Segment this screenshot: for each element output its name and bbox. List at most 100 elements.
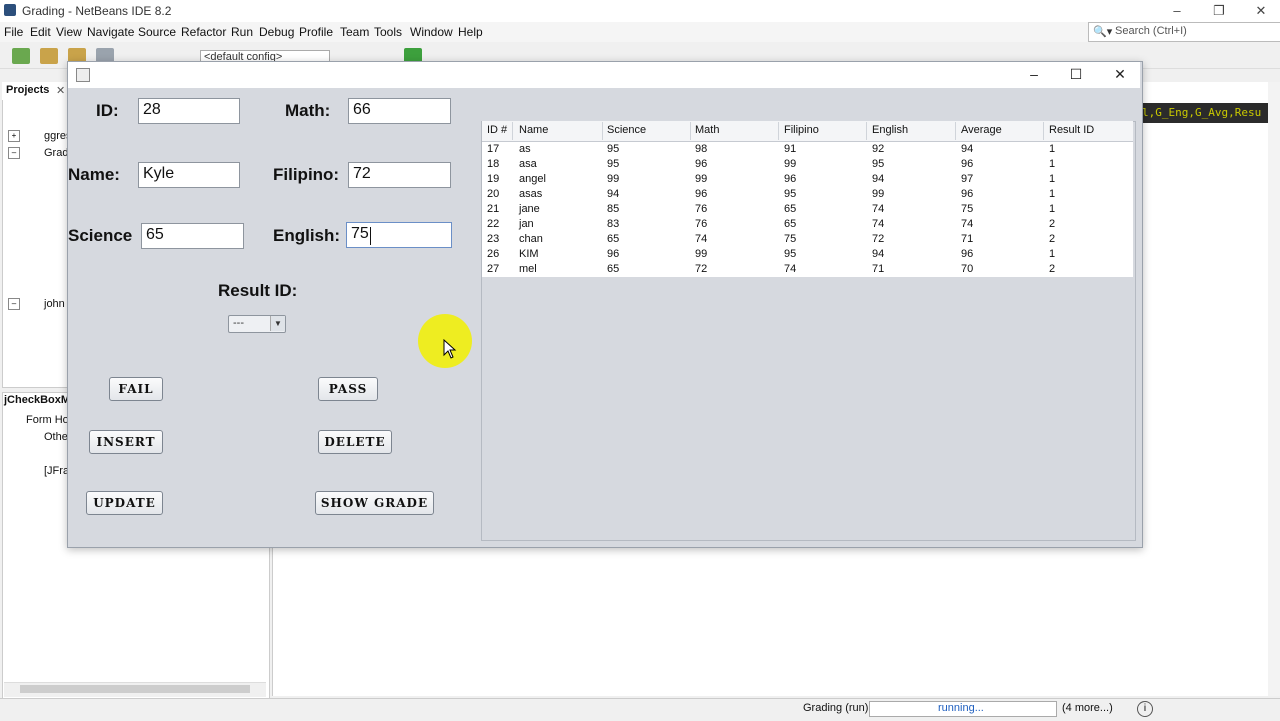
- column-divider[interactable]: [690, 122, 691, 140]
- column-divider[interactable]: [955, 122, 956, 140]
- new-file-icon[interactable]: [12, 48, 30, 64]
- table-cell: 1: [1049, 188, 1056, 200]
- table-row[interactable]: [482, 202, 1133, 217]
- table-row[interactable]: [482, 217, 1133, 232]
- math-field[interactable]: 66: [348, 98, 451, 124]
- column-divider[interactable]: [512, 122, 513, 140]
- name-field[interactable]: Kyle: [138, 162, 240, 188]
- table-row[interactable]: [482, 232, 1133, 247]
- table-column-header[interactable]: Result ID: [1049, 124, 1094, 136]
- column-divider[interactable]: [1043, 122, 1044, 140]
- collapse-icon[interactable]: –: [8, 147, 20, 159]
- new-project-icon[interactable]: [40, 48, 58, 64]
- tree-item[interactable]: john: [44, 298, 65, 310]
- result-id-selected: ---: [233, 317, 244, 329]
- menu-edit[interactable]: Edit: [30, 25, 51, 39]
- minimize-icon[interactable]: –: [1162, 2, 1192, 20]
- english-label: English:: [273, 226, 341, 245]
- table-cell: 99: [872, 188, 885, 200]
- vertical-scrollbar[interactable]: [1268, 82, 1280, 696]
- table-cell: 74: [961, 218, 974, 230]
- menu-run[interactable]: Run: [231, 25, 253, 39]
- table-column-header[interactable]: Science: [607, 124, 646, 136]
- table-row[interactable]: [482, 247, 1133, 262]
- table-cell: 19: [487, 173, 500, 185]
- tree-item[interactable]: Grad: [44, 147, 68, 159]
- more-tasks-link[interactable]: (4 more...): [1062, 702, 1113, 714]
- menu-team[interactable]: Team: [340, 25, 369, 39]
- form-minimize-icon[interactable]: –: [1016, 64, 1052, 84]
- menu-view[interactable]: View: [56, 25, 82, 39]
- filipino-label: Filipino:: [273, 165, 340, 184]
- table-cell: 75: [961, 203, 974, 215]
- table-column-header[interactable]: Math: [695, 124, 719, 136]
- search-icon: 🔍▾: [1093, 26, 1113, 38]
- expand-icon[interactable]: +: [8, 130, 20, 142]
- column-divider[interactable]: [778, 122, 779, 140]
- table-cell: 76: [695, 203, 708, 215]
- menu-navigate[interactable]: Navigate: [87, 25, 134, 39]
- delete-button[interactable]: DELETE: [318, 430, 392, 454]
- science-label: Science: [68, 226, 133, 245]
- menu-tools[interactable]: Tools: [374, 25, 402, 39]
- navigator-item[interactable]: [JFra: [44, 465, 69, 477]
- menu-help[interactable]: Help: [458, 25, 483, 39]
- table-row[interactable]: [482, 187, 1133, 202]
- table-cell: 1: [1049, 143, 1056, 155]
- table-row[interactable]: [482, 262, 1133, 277]
- table-cell: 85: [607, 203, 620, 215]
- pass-button[interactable]: PASS: [318, 377, 378, 401]
- table-cell: 83: [607, 218, 620, 230]
- chevron-down-icon[interactable]: ▼: [270, 316, 285, 331]
- menu-file[interactable]: File: [4, 25, 23, 39]
- filipino-field[interactable]: 72: [348, 162, 451, 188]
- table-cell: 18: [487, 158, 500, 170]
- table-row[interactable]: [482, 142, 1133, 157]
- table-column-header[interactable]: English: [872, 124, 908, 136]
- table-row[interactable]: [482, 157, 1133, 172]
- close-icon[interactable]: ✕: [1246, 2, 1276, 20]
- table-cell: 65: [784, 218, 797, 230]
- menu-refactor[interactable]: Refactor: [181, 25, 226, 39]
- table-column-header[interactable]: Filipino: [784, 124, 819, 136]
- notifications-icon[interactable]: i: [1137, 701, 1153, 717]
- status-run-label: Grading (run): [803, 702, 869, 714]
- form-maximize-icon[interactable]: ☐: [1058, 64, 1094, 84]
- table-column-header[interactable]: ID #: [487, 124, 507, 136]
- table-cell: 22: [487, 218, 500, 230]
- show-grade-button[interactable]: SHOW GRADE: [315, 491, 434, 515]
- form-titlebar[interactable]: [68, 62, 1140, 88]
- scrollbar-thumb[interactable]: [20, 685, 250, 693]
- close-icon[interactable]: ✕: [56, 84, 65, 97]
- column-divider[interactable]: [602, 122, 603, 140]
- ide-search-box[interactable]: 🔍▾ Search (Ctrl+I): [1088, 22, 1280, 42]
- form-close-icon[interactable]: ✕: [1102, 64, 1138, 84]
- table-cell: 1: [1049, 173, 1056, 185]
- table-column-header[interactable]: Average: [961, 124, 1002, 136]
- menu-source[interactable]: Source: [138, 25, 176, 39]
- menu-window[interactable]: Window: [410, 25, 453, 39]
- id-field[interactable]: 28: [138, 98, 240, 124]
- column-divider[interactable]: [866, 122, 867, 140]
- table-cell: 92: [872, 143, 885, 155]
- english-field[interactable]: 75: [346, 222, 452, 248]
- table-row[interactable]: [482, 172, 1133, 187]
- tab-navigator[interactable]: jCheckBoxM: [4, 394, 70, 406]
- menu-debug[interactable]: Debug: [259, 25, 294, 39]
- table-column-header[interactable]: Name: [519, 124, 548, 136]
- table-cell: 72: [695, 263, 708, 275]
- menu-profile[interactable]: Profile: [299, 25, 333, 39]
- update-button[interactable]: UPDATE: [86, 491, 163, 515]
- table-cell: 65: [607, 233, 620, 245]
- collapse-icon[interactable]: –: [8, 298, 20, 310]
- insert-button[interactable]: INSERT: [89, 430, 163, 454]
- science-field[interactable]: 65: [141, 223, 244, 249]
- restore-icon[interactable]: ❐: [1204, 2, 1234, 20]
- navigator-item[interactable]: Othe: [44, 431, 68, 443]
- table-cell: 96: [961, 188, 974, 200]
- fail-button[interactable]: FAIL: [109, 377, 163, 401]
- table-cell: 23: [487, 233, 500, 245]
- table-cell: asa: [519, 158, 537, 170]
- table-cell: 2: [1049, 218, 1056, 230]
- table-cell: 94: [872, 248, 885, 260]
